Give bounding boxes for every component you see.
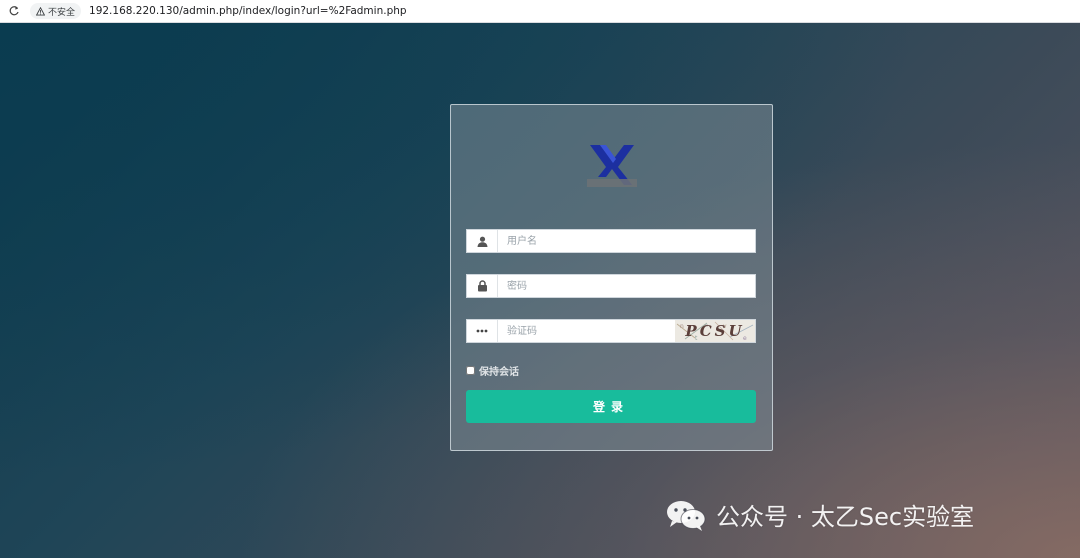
lock-icon [467,275,498,297]
captcha-field: n t v e o PCSU [466,319,756,343]
user-icon [467,230,498,252]
captcha-text: PCSU [685,322,745,340]
security-label: 不安全 [48,7,76,18]
watermark: 公众号 · 太乙Sec实验室 [666,497,974,532]
remember-label: 保持会话 [479,367,519,378]
captcha-input[interactable] [498,321,675,341]
username-field [466,229,756,253]
password-field [466,274,756,298]
logo-caption-bar [587,179,637,187]
reload-icon[interactable] [8,5,20,17]
security-warning-chip[interactable]: 不安全 [30,3,82,19]
wechat-icon [667,500,706,531]
login-button[interactable]: 登录 [466,390,756,423]
captcha-image[interactable]: n t v e o PCSU [675,320,755,342]
watermark-text: 公众号 · 太乙Sec实验室 [716,503,975,531]
remember-checkbox[interactable] [466,366,475,375]
ellipsis-icon [467,320,498,342]
login-panel: n t v e o PCSU 保持会话 登录 [450,104,773,451]
password-input[interactable] [498,276,755,296]
username-input[interactable] [498,231,755,251]
remember-session[interactable]: 保持会话 [466,363,519,378]
browser-address-bar: 不安全 192.168.220.130/admin.php/index/logi… [0,0,1080,23]
warning-icon [36,6,45,16]
url-text[interactable]: 192.168.220.130/admin.php/index/login?ur… [89,5,407,17]
